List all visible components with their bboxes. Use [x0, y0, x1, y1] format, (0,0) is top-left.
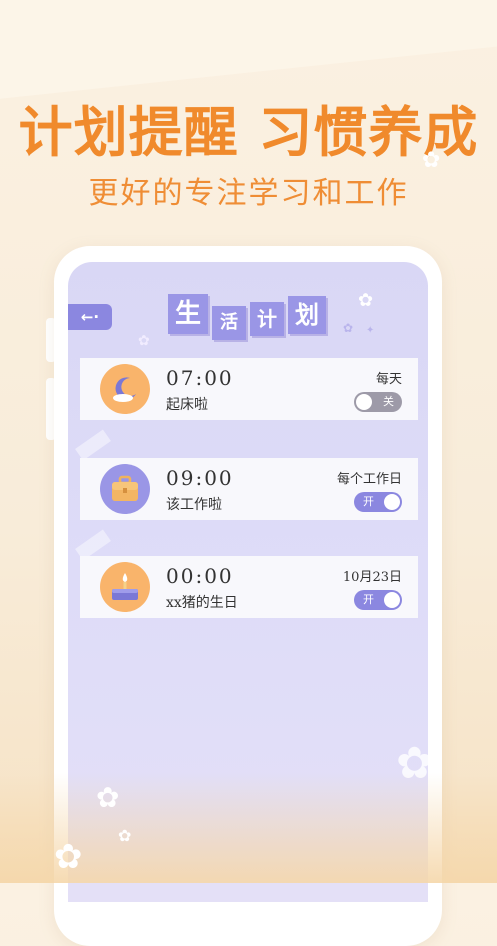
briefcase-icon	[100, 464, 150, 514]
title-char-tile: 活	[212, 306, 246, 340]
reminder-toggle[interactable]: 关	[354, 392, 402, 412]
toggle-knob	[356, 394, 372, 410]
flower-decoration-icon: ✿	[54, 837, 83, 877]
reminder-toggle[interactable]: 开	[354, 590, 402, 610]
reminder-card[interactable]: 00:00 xx猪的生日 10月23日 开	[80, 556, 418, 618]
reminder-toggle[interactable]: 开	[354, 492, 402, 512]
title-char-tile: 计	[250, 302, 284, 336]
reminder-card[interactable]: 09:00 该工作啦 每个工作日 开	[80, 458, 418, 520]
toggle-state-label: 开	[363, 495, 374, 508]
reminder-label: xx猪的生日	[166, 595, 238, 611]
toggle-state-label: 开	[363, 593, 374, 606]
toggle-state-label: 关	[383, 395, 394, 408]
reminder-time: 00:00	[166, 564, 234, 588]
reminder-label: 该工作啦	[166, 497, 222, 513]
title-char-tile: 生	[168, 294, 208, 334]
reminder-repeat: 10月23日	[342, 570, 402, 585]
title-char-tile: 划	[288, 296, 326, 334]
back-button[interactable]: ←·	[68, 304, 112, 330]
flower-decoration-icon: ✿	[118, 826, 132, 845]
toggle-knob	[384, 494, 400, 510]
reminder-card[interactable]: 07:00 起床啦 每天 关	[80, 358, 418, 420]
decorative-tape	[75, 429, 111, 461]
background-band	[0, 0, 497, 103]
moon-icon	[100, 364, 150, 414]
reminder-repeat: 每天	[375, 372, 402, 387]
flower-decoration-icon: ✿	[358, 290, 374, 311]
flower-decoration-icon: ✿	[96, 781, 120, 814]
birthday-cake-icon	[100, 562, 150, 612]
flower-decoration-icon: ✿	[138, 333, 150, 349]
flower-decoration-icon: ✦	[366, 325, 375, 336]
reminder-repeat: 每个工作日	[336, 472, 402, 487]
toggle-knob	[384, 592, 400, 608]
flower-decoration-icon: ✿	[422, 148, 441, 173]
promo-subline: 更好的专注学习和工作	[88, 176, 409, 211]
reminder-time: 07:00	[166, 366, 234, 390]
flower-decoration-icon: ✿	[343, 321, 354, 335]
reminder-time: 09:00	[166, 466, 234, 490]
reminder-label: 起床啦	[166, 397, 208, 413]
